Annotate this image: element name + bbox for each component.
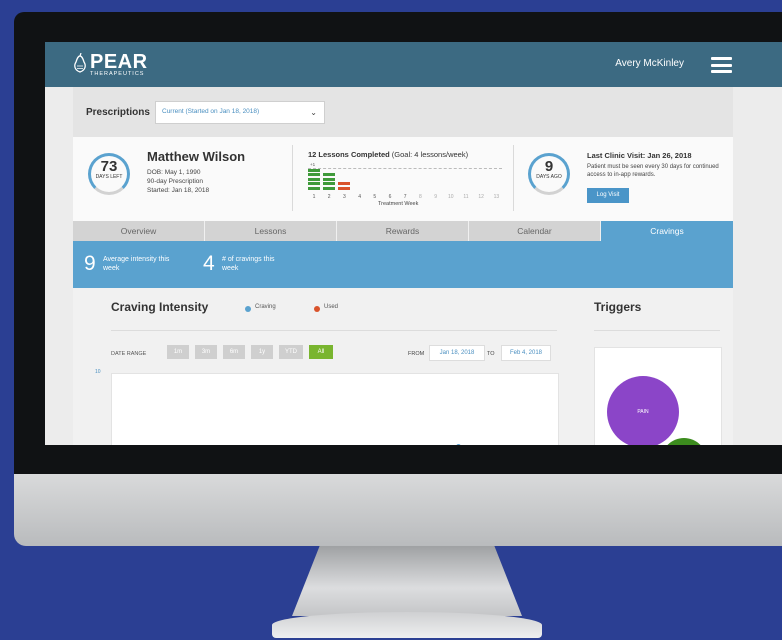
craving-data-point bbox=[456, 444, 461, 445]
days-left-ring: 73 DAYS LEFT bbox=[88, 153, 130, 195]
divider bbox=[594, 330, 720, 331]
triggers-title: Triggers bbox=[594, 300, 642, 314]
days-left-label: DAYS LEFT bbox=[95, 174, 123, 180]
main-content: Prescriptions Current (Started on Jan 18… bbox=[73, 87, 733, 445]
craving-plot-area bbox=[111, 373, 559, 445]
app-screen: PEAR THERAPEUTICS Avery McKinley Prescri… bbox=[45, 42, 782, 445]
week-tick-label: 11 bbox=[463, 194, 469, 200]
legend-used-label: Used bbox=[324, 304, 339, 310]
patient-program: 90-day Prescription bbox=[147, 178, 203, 185]
divider bbox=[111, 330, 557, 331]
lesson-block bbox=[323, 177, 336, 181]
lesson-block bbox=[323, 182, 336, 186]
goal-line bbox=[308, 168, 502, 169]
range-6m-button[interactable]: 6m bbox=[223, 345, 245, 359]
lesson-block bbox=[323, 173, 336, 177]
range-ytd-button[interactable]: YTD bbox=[279, 345, 303, 359]
legend-used-dot bbox=[314, 306, 320, 312]
legend-craving-label: Craving bbox=[255, 304, 276, 310]
log-visit-button[interactable]: Log Visit bbox=[587, 188, 629, 203]
craving-intensity-title: Craving Intensity bbox=[111, 300, 209, 314]
week-tick-label: 7 bbox=[403, 194, 407, 200]
lesson-block bbox=[308, 182, 320, 186]
tab-calendar[interactable]: Calendar bbox=[469, 221, 601, 241]
week-tick-label: 13 bbox=[493, 194, 500, 200]
prescriptions-label: Prescriptions bbox=[86, 107, 150, 118]
days-left-number: 73 bbox=[100, 158, 118, 175]
week-tick-label: 10 bbox=[448, 194, 454, 200]
week-tick-label: 8 bbox=[419, 194, 422, 200]
week-tick-label: 9 bbox=[434, 194, 437, 200]
from-label: FROM bbox=[408, 351, 425, 357]
range-1y-button[interactable]: 1y bbox=[251, 345, 273, 359]
monitor-chin bbox=[14, 474, 782, 546]
trigger-bubble-pain[interactable]: PAIN bbox=[607, 376, 679, 445]
lesson-block bbox=[308, 177, 320, 181]
logo-subtext: THERAPEUTICS bbox=[90, 71, 145, 77]
lesson-block bbox=[308, 169, 320, 172]
from-date-input[interactable]: Jan 18, 2018 bbox=[429, 345, 485, 361]
days-ago-ring: 9 DAYS AGO bbox=[528, 153, 570, 195]
patient-name: Matthew Wilson bbox=[147, 149, 246, 164]
tab-bar: Overview Lessons Rewards Calendar Cravin… bbox=[73, 221, 733, 241]
trigger-bubble-label: PAIN bbox=[637, 409, 649, 415]
tab-cravings[interactable]: Cravings bbox=[601, 221, 733, 241]
triggers-bubble-chart: PAIN bbox=[594, 347, 722, 445]
to-label: TO bbox=[487, 351, 495, 357]
divider bbox=[513, 145, 514, 211]
trigger-bubble-green[interactable] bbox=[661, 438, 707, 445]
lessons-count: 12 Lessons Completed bbox=[308, 150, 390, 159]
days-ago-number: 9 bbox=[544, 158, 554, 175]
chevron-down-icon: ⌄ bbox=[310, 108, 317, 117]
to-date-input[interactable]: Feb 4, 2018 bbox=[501, 345, 551, 361]
prescription-select[interactable]: Current (Started on Jan 18, 2018) ⌄ bbox=[155, 101, 325, 124]
patient-dob: DOB: May 1, 1990 bbox=[147, 169, 201, 176]
week-tick-label: 12 bbox=[478, 194, 484, 200]
tab-overview[interactable]: Overview bbox=[73, 221, 205, 241]
lesson-block bbox=[338, 186, 351, 190]
user-name[interactable]: Avery McKinley bbox=[615, 58, 684, 69]
range-3m-button[interactable]: 3m bbox=[195, 345, 217, 359]
clinic-note: Patient must be seen every 30 days for c… bbox=[587, 164, 719, 178]
tab-lessons[interactable]: Lessons bbox=[205, 221, 337, 241]
range-1m-button[interactable]: 1m bbox=[167, 345, 189, 359]
lessons-goal: (Goal: 4 lessons/week) bbox=[389, 150, 469, 159]
lessons-completed-title: 12 Lessons Completed (Goal: 4 lessons/we… bbox=[308, 150, 468, 159]
cravings-stats: 9 Average intensity this week 4 # of cra… bbox=[73, 241, 733, 288]
lesson-block bbox=[308, 173, 320, 177]
pear-icon bbox=[74, 53, 86, 73]
date-range-label: DATE RANGE bbox=[111, 351, 147, 357]
y-axis-max-label: 10 bbox=[95, 369, 101, 375]
patient-started: Started: Jan 18, 2018 bbox=[147, 187, 210, 194]
lesson-block bbox=[308, 186, 320, 190]
prescriptions-bar: Prescriptions Current (Started on Jan 18… bbox=[73, 87, 733, 137]
week-tick-label: 4 bbox=[358, 194, 361, 200]
prescription-select-value: Current (Started on Jan 18, 2018) bbox=[162, 108, 260, 115]
patient-summary: 73 DAYS LEFT Matthew Wilson DOB: May 1, … bbox=[73, 137, 733, 221]
days-ago-label: DAYS AGO bbox=[536, 174, 562, 180]
goal-marker: +1 bbox=[310, 162, 316, 167]
top-bar: PEAR THERAPEUTICS Avery McKinley bbox=[45, 42, 782, 87]
range-all-button[interactable]: All bbox=[309, 345, 333, 359]
lesson-block bbox=[338, 182, 351, 186]
avg-intensity-label: Average intensity this week bbox=[103, 256, 170, 272]
last-clinic-visit: Last Clinic Visit: Jan 26, 2018 bbox=[587, 151, 692, 160]
divider bbox=[292, 145, 293, 211]
treatment-week-label: Treatment Week bbox=[378, 201, 419, 207]
avg-intensity-value: 9 bbox=[84, 252, 96, 275]
cravings-panel: Craving Intensity Craving Used DATE RANG… bbox=[73, 288, 733, 445]
legend-craving-dot bbox=[245, 306, 251, 312]
week-tick-label: 3 bbox=[343, 194, 346, 200]
week-tick-label: 2 bbox=[327, 194, 331, 200]
hamburger-menu-icon[interactable] bbox=[711, 57, 732, 73]
craving-count-value: 4 bbox=[203, 252, 215, 275]
craving-count-label: # of cravings this week bbox=[222, 256, 275, 272]
week-tick-label: 1 bbox=[312, 194, 316, 200]
week-tick-label: 6 bbox=[388, 194, 392, 200]
week-tick-label: 5 bbox=[373, 194, 377, 200]
monitor-stand bbox=[292, 546, 522, 616]
tab-rewards[interactable]: Rewards bbox=[337, 221, 469, 241]
monitor-stand-base bbox=[272, 612, 542, 638]
lesson-block bbox=[323, 186, 336, 190]
